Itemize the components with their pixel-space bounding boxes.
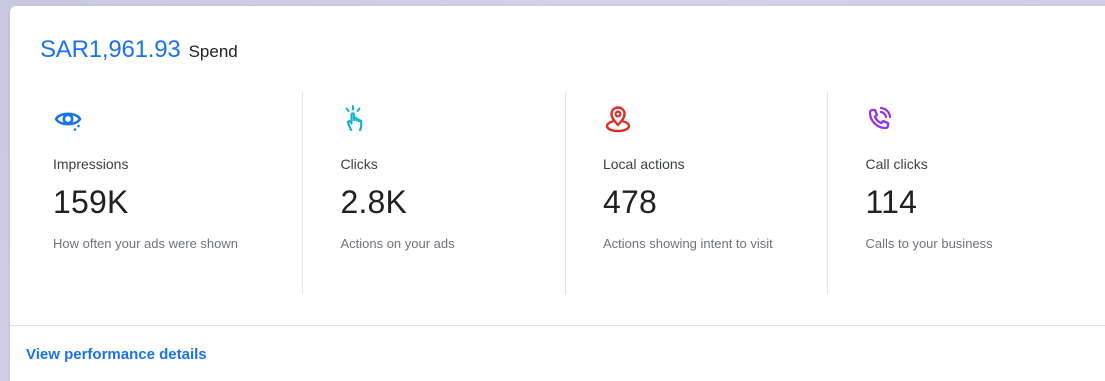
metric-value: 114	[865, 184, 918, 220]
metric-label: Clicks	[340, 156, 378, 172]
location-pin-icon	[605, 106, 631, 133]
phone-call-icon	[869, 106, 892, 130]
metric-description: Actions on your ads	[340, 236, 455, 251]
metric-impressions: Impressions 159K How often your ads were…	[40, 92, 302, 294]
metric-local-actions: Local actions 478 Actions showing intent…	[564, 92, 828, 294]
metric-label: Impressions	[53, 156, 129, 172]
eye-icon	[54, 112, 82, 131]
tap-icon	[345, 105, 363, 132]
metric-call-clicks: Call clicks 114 Calls to your business	[827, 92, 1090, 294]
metrics-row: Impressions 159K How often your ads were…	[40, 92, 1090, 294]
footer-divider	[10, 325, 1105, 326]
metric-description: Calls to your business	[865, 236, 993, 251]
metric-value: 159K	[53, 184, 129, 220]
metric-value: 2.8K	[340, 184, 408, 220]
metric-clicks: Clicks 2.8K Actions on your ads	[302, 92, 565, 294]
view-performance-details-link[interactable]: View performance details	[26, 346, 207, 363]
metric-description: How often your ads were shown	[53, 236, 238, 251]
spend-label: Spend	[188, 42, 238, 61]
performance-card: SAR1,961.93 Spend Impressions 159K How o…	[10, 6, 1105, 381]
spend-summary: SAR1,961.93 Spend	[40, 36, 238, 64]
metric-label: Call clicks	[865, 156, 928, 172]
metric-label: Local actions	[602, 156, 685, 172]
metric-description: Actions showing intent to visit	[602, 236, 773, 251]
metric-value: 478	[602, 184, 657, 220]
spend-amount: SAR1,961.93	[40, 36, 181, 63]
